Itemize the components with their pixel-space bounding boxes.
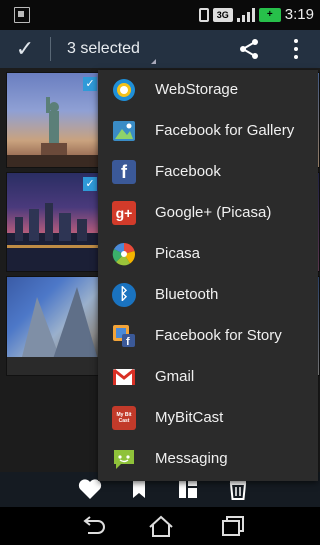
svg-text:f: f bbox=[126, 336, 130, 348]
selected-check-icon: ✓ bbox=[83, 77, 97, 91]
messaging-icon bbox=[114, 450, 134, 469]
share-option-bluetooth[interactable]: ᛒ Bluetooth bbox=[98, 275, 318, 316]
share-option-webstorage[interactable]: WebStorage bbox=[98, 70, 318, 111]
facebook-icon: f bbox=[112, 160, 136, 184]
bookmark-icon[interactable] bbox=[127, 478, 151, 500]
facebook-story-icon: f bbox=[113, 325, 135, 348]
photo-thumbnail[interactable]: ✓ bbox=[6, 172, 102, 272]
clock: 3:19 bbox=[284, 6, 314, 23]
overflow-menu-icon[interactable] bbox=[288, 38, 304, 60]
photo-thumbnail[interactable] bbox=[6, 276, 102, 376]
vibrate-icon bbox=[198, 7, 209, 22]
recent-apps-icon[interactable] bbox=[216, 515, 246, 537]
gmail-icon bbox=[113, 368, 135, 385]
share-option-facebook[interactable]: f Facebook bbox=[98, 152, 318, 193]
photo-thumbnail[interactable]: ✓ bbox=[6, 72, 102, 168]
status-bar: 3G + 3:19 bbox=[0, 0, 320, 30]
favorite-heart-icon[interactable] bbox=[78, 478, 102, 500]
network-type-badge: 3G bbox=[212, 7, 233, 22]
share-option-picasa[interactable]: Picasa bbox=[98, 234, 318, 275]
picasa-icon bbox=[112, 242, 136, 266]
home-icon[interactable] bbox=[146, 515, 176, 537]
action-bar: ✓ 3 selected bbox=[0, 30, 320, 68]
collage-icon[interactable] bbox=[176, 478, 200, 500]
notification-icon bbox=[14, 7, 30, 23]
signal-icon bbox=[236, 7, 255, 22]
webstorage-icon bbox=[113, 79, 135, 101]
share-icon[interactable] bbox=[238, 38, 260, 60]
delete-trash-icon[interactable] bbox=[226, 478, 250, 500]
share-option-facebook-for-gallery[interactable]: Facebook for Gallery bbox=[98, 111, 318, 152]
share-option-mybitcast[interactable]: My Bit Cast MyBitCast bbox=[98, 398, 318, 439]
battery-icon: + bbox=[258, 7, 281, 22]
share-option-messaging[interactable]: Messaging bbox=[98, 439, 318, 480]
done-check-icon[interactable]: ✓ bbox=[0, 30, 50, 68]
share-option-gmail[interactable]: Gmail bbox=[98, 357, 318, 398]
share-menu: WebStorage Facebook for Gallery f Facebo… bbox=[98, 70, 318, 481]
selection-count-dropdown[interactable]: 3 selected bbox=[67, 40, 156, 64]
divider bbox=[50, 37, 51, 61]
system-nav-bar bbox=[0, 507, 320, 545]
share-option-facebook-for-story[interactable]: f Facebook for Story bbox=[98, 316, 318, 357]
mybitcast-icon: My Bit Cast bbox=[112, 406, 136, 430]
share-option-google-plus-picasa[interactable]: g+ Google+ (Picasa) bbox=[98, 193, 318, 234]
selected-check-icon: ✓ bbox=[83, 177, 97, 191]
bluetooth-icon: ᛒ bbox=[112, 283, 136, 307]
facebook-gallery-icon bbox=[113, 121, 135, 141]
google-plus-icon: g+ bbox=[112, 201, 136, 225]
back-icon[interactable] bbox=[78, 515, 108, 537]
